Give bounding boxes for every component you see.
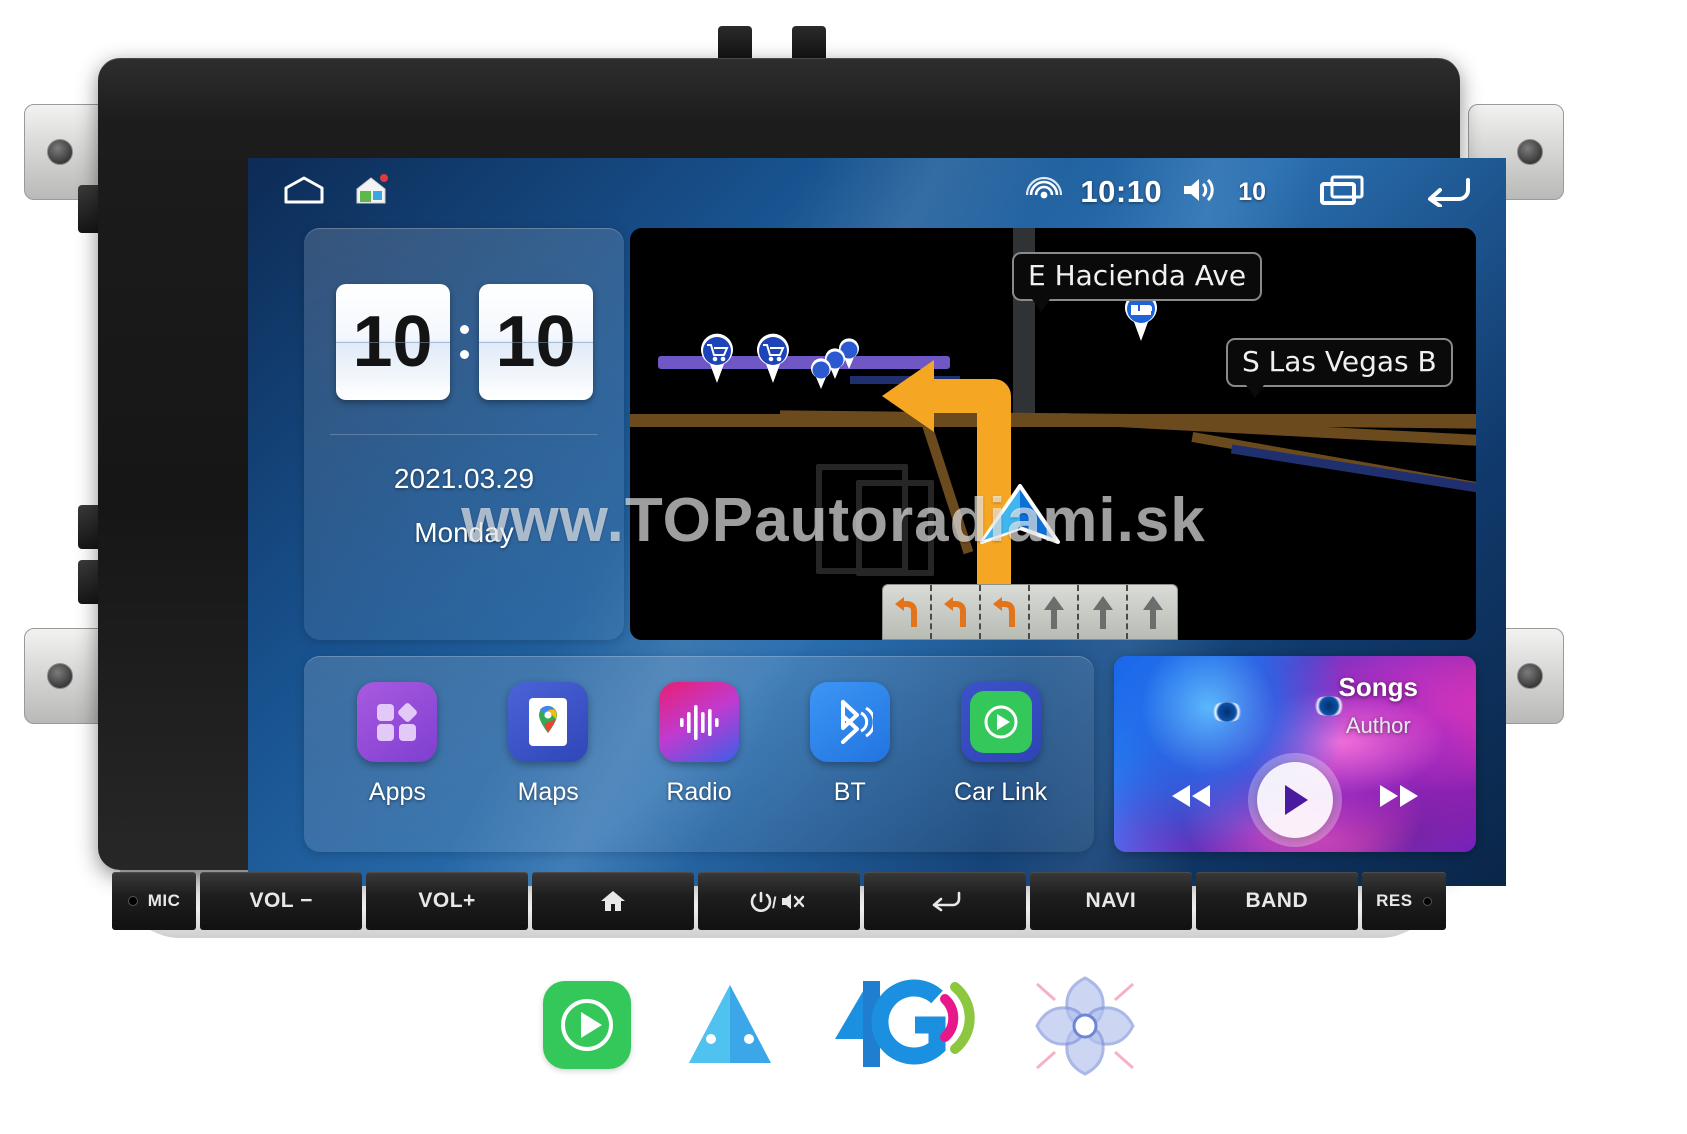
play-icon[interactable] <box>1257 762 1333 838</box>
app-shortcut-dock: Apps Maps Radio BT Car Link <box>304 656 1094 852</box>
track-author: Author <box>1345 713 1411 738</box>
lane-left <box>883 585 932 639</box>
music-player-widget[interactable]: Songs Author <box>1114 656 1476 852</box>
volume-level: 10 <box>1238 177 1266 206</box>
volume-icon[interactable] <box>1180 174 1220 211</box>
street-label: E Hacienda Ave <box>1012 252 1263 312</box>
street-label: S Las Vegas B <box>1226 338 1453 398</box>
bluetooth-icon <box>809 682 890 762</box>
app-shortcut-bluetooth[interactable]: BT <box>784 682 916 807</box>
home-icon <box>601 891 626 911</box>
app-label: Apps <box>368 778 426 806</box>
app-label: Maps <box>517 778 579 806</box>
status-clock: 10:10 <box>1080 174 1163 209</box>
home-outline-icon[interactable] <box>282 175 326 210</box>
navigation-position-arrow <box>978 484 1062 548</box>
clock-weekday: Monday <box>414 517 514 548</box>
navigation-map-widget[interactable]: E Hacienda Ave S Las Vegas B <box>630 228 1476 640</box>
head-unit-product-image: 10:10 10 10 10 2021.03.29 Monday E Hacie… <box>0 0 1687 1134</box>
feature-logo-row <box>0 930 1687 1120</box>
back-icon <box>932 891 961 912</box>
flip-clock: 10 10 <box>304 228 624 400</box>
map-road <box>1230 444 1476 493</box>
android-status-bar: 10:10 10 <box>248 158 1506 226</box>
lane-guidance-strip <box>882 584 1178 640</box>
hardware-button-bar: MIC VOL − VOL+ / NAVI BAND RES <box>110 872 1448 930</box>
clock-minutes: 10 <box>478 284 593 400</box>
radio-wave-icon <box>658 682 739 762</box>
car-link-icon <box>960 682 1041 762</box>
clock-date: 2021.03.29 <box>393 463 535 494</box>
lane-straight <box>1128 585 1177 639</box>
lane-straight <box>1079 585 1128 639</box>
rewind-icon[interactable] <box>1169 783 1213 817</box>
map-canvas[interactable]: E Hacienda Ave S Las Vegas B <box>630 228 1476 640</box>
app-label: BT <box>833 778 866 806</box>
volume-down-button[interactable]: VOL − <box>200 872 363 930</box>
shopping-cart-pin[interactable] <box>752 332 794 384</box>
fast-forward-icon[interactable] <box>1377 783 1421 817</box>
clock-widget[interactable]: 10 10 2021.03.29 Monday <box>304 228 624 640</box>
lane-left <box>981 585 1030 639</box>
head-unit-chassis: 10:10 10 10 10 2021.03.29 Monday E Hacie… <box>98 58 1506 886</box>
clock-divider <box>330 434 598 435</box>
back-button[interactable] <box>863 872 1026 930</box>
clock-hours: 10 <box>335 284 450 400</box>
android-auto-logo <box>675 977 785 1073</box>
carplay-logo <box>542 981 631 1069</box>
track-title: Songs <box>1338 672 1418 702</box>
power-mute-button[interactable]: / <box>698 872 860 930</box>
lane-left <box>932 585 981 639</box>
google-maps-icon <box>508 682 589 762</box>
band-button[interactable]: BAND <box>1195 872 1358 930</box>
dsp-fan-logo <box>1025 966 1145 1084</box>
generic-pin[interactable] <box>808 358 834 390</box>
app-shortcut-apps[interactable]: Apps <box>331 682 463 807</box>
reset-button[interactable]: RES <box>1361 872 1446 930</box>
lane-straight <box>1030 585 1079 639</box>
recent-apps-icon[interactable] <box>1318 173 1366 212</box>
home-button[interactable] <box>532 872 695 930</box>
navi-button[interactable]: NAVI <box>1029 872 1192 930</box>
mic-label: MIC <box>112 872 197 930</box>
touchscreen-display[interactable]: 10:10 10 10 10 2021.03.29 Monday E Hacie… <box>248 158 1506 886</box>
back-arrow-icon[interactable] <box>1422 173 1472 212</box>
app-shortcut-maps[interactable]: Maps <box>482 682 614 807</box>
power-mute-icon: / <box>750 891 805 912</box>
wifi-signal-icon <box>1026 175 1063 210</box>
volume-up-button[interactable]: VOL+ <box>366 872 529 930</box>
shopping-cart-pin[interactable] <box>696 332 738 384</box>
app-label: Radio <box>666 778 732 806</box>
app-shortcut-radio[interactable]: Radio <box>633 682 765 807</box>
app-shortcut-car-link[interactable]: Car Link <box>935 682 1067 807</box>
4g-logo <box>829 975 981 1075</box>
house-app-icon[interactable] <box>354 173 388 211</box>
chassis-top-nub <box>792 26 826 62</box>
chassis-top-nub <box>718 26 752 62</box>
apps-grid-icon <box>357 682 438 762</box>
app-label: Car Link <box>954 778 1048 806</box>
clock-colon <box>459 325 469 359</box>
svg-text:/: / <box>772 895 777 912</box>
